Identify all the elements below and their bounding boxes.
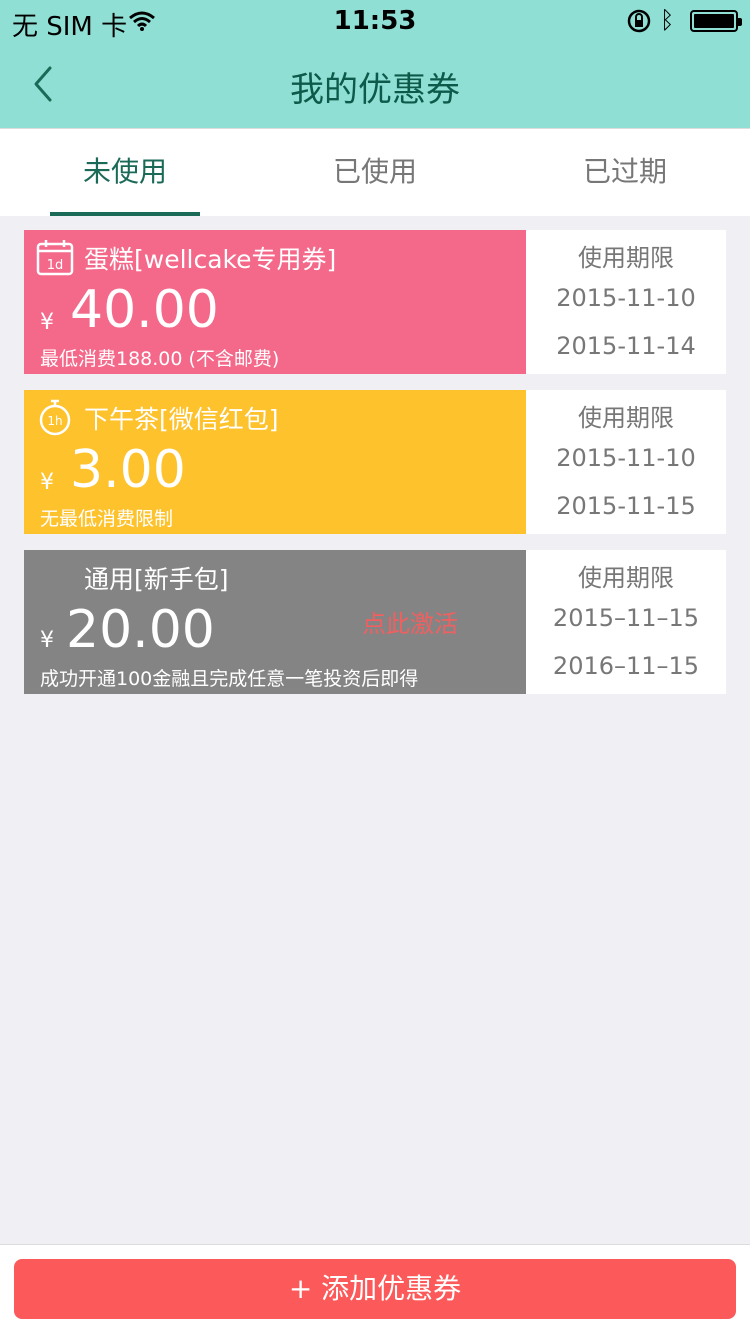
bottom-bar: + 添加优惠券 (0, 1244, 750, 1334)
validity-label: 使用期限 (578, 564, 674, 592)
validity-start-date: 2015-11-10 (556, 284, 696, 312)
calendar-icon: 1d (36, 240, 74, 276)
svg-text:1d: 1d (47, 258, 64, 273)
tab-expired[interactable]: 已过期 (500, 129, 750, 217)
page-title: 我的优惠券 (290, 70, 460, 110)
validity-end-date: 2015-11-15 (556, 492, 696, 520)
status-bar: 无 SIM 卡 11:53 ᛒ (0, 0, 750, 42)
validity-end-date: 2016–11–15 (552, 652, 700, 680)
coupon-card[interactable]: 通用[新手包] ¥ 20.00 点此激活 成功开通100金融且完成任意一笔投资后… (24, 550, 726, 694)
activate-link[interactable]: 点此激活 (362, 604, 458, 639)
coupon-value-panel: 1h 下午茶[微信红包] ¥ 3.00 无最低消费限制 (24, 390, 526, 534)
coupon-condition: 成功开通100金融且完成任意一笔投资后即得 (40, 668, 419, 690)
coupon-amount: 20.00 (66, 600, 215, 660)
add-coupon-button[interactable]: + 添加优惠券 (14, 1259, 736, 1319)
validity-start-date: 2015-11-10 (556, 444, 696, 472)
coupon-value-panel: 通用[新手包] ¥ 20.00 点此激活 成功开通100金融且完成任意一笔投资后… (24, 550, 526, 694)
coupon-validity-panel: 使用期限 2015-11-10 2015-11-14 (526, 230, 726, 374)
coupon-validity-panel: 使用期限 2015–11–15 2016–11–15 (526, 550, 726, 694)
stopwatch-icon: 1h (39, 399, 71, 436)
coupon-card[interactable]: 1h 下午茶[微信红包] ¥ 3.00 无最低消费限制 使用期限 2015-11… (24, 390, 726, 534)
tab-unused[interactable]: 未使用 (0, 129, 250, 217)
coupon-condition: 无最低消费限制 (40, 508, 174, 530)
validity-label: 使用期限 (578, 244, 674, 272)
coupon-value-panel: 1d 蛋糕[wellcake专用券] ¥ 40.00 最低消费188.00 (不… (24, 230, 526, 374)
active-tab-indicator (50, 212, 200, 216)
coupon-condition: 最低消费188.00 (不含邮费) (40, 348, 280, 370)
currency-symbol: ¥ (40, 628, 54, 653)
coupon-amount: 40.00 (70, 280, 219, 340)
orientation-lock-icon (627, 9, 651, 33)
coupon-name: 蛋糕[wellcake专用券] (84, 245, 337, 274)
tab-bar: 未使用 已使用 已过期 (0, 128, 750, 216)
validity-label: 使用期限 (578, 404, 674, 432)
bluetooth-icon: ᛒ (660, 6, 675, 34)
coupon-validity-panel: 使用期限 2015-11-10 2015-11-15 (526, 390, 726, 534)
tab-used[interactable]: 已使用 (250, 129, 500, 217)
validity-end-date: 2015-11-14 (556, 332, 696, 360)
nav-bar: 我的优惠券 (0, 40, 750, 128)
coupon-name: 通用[新手包] (84, 565, 229, 594)
battery-icon (690, 10, 742, 32)
svg-text:1h: 1h (47, 414, 62, 428)
coupon-card[interactable]: 1d 蛋糕[wellcake专用券] ¥ 40.00 最低消费188.00 (不… (24, 230, 726, 374)
currency-symbol: ¥ (40, 310, 54, 335)
validity-start-date: 2015–11–15 (552, 604, 700, 632)
currency-symbol: ¥ (40, 470, 54, 495)
coupon-name: 下午茶[微信红包] (84, 405, 279, 434)
coupon-amount: 3.00 (70, 440, 186, 500)
